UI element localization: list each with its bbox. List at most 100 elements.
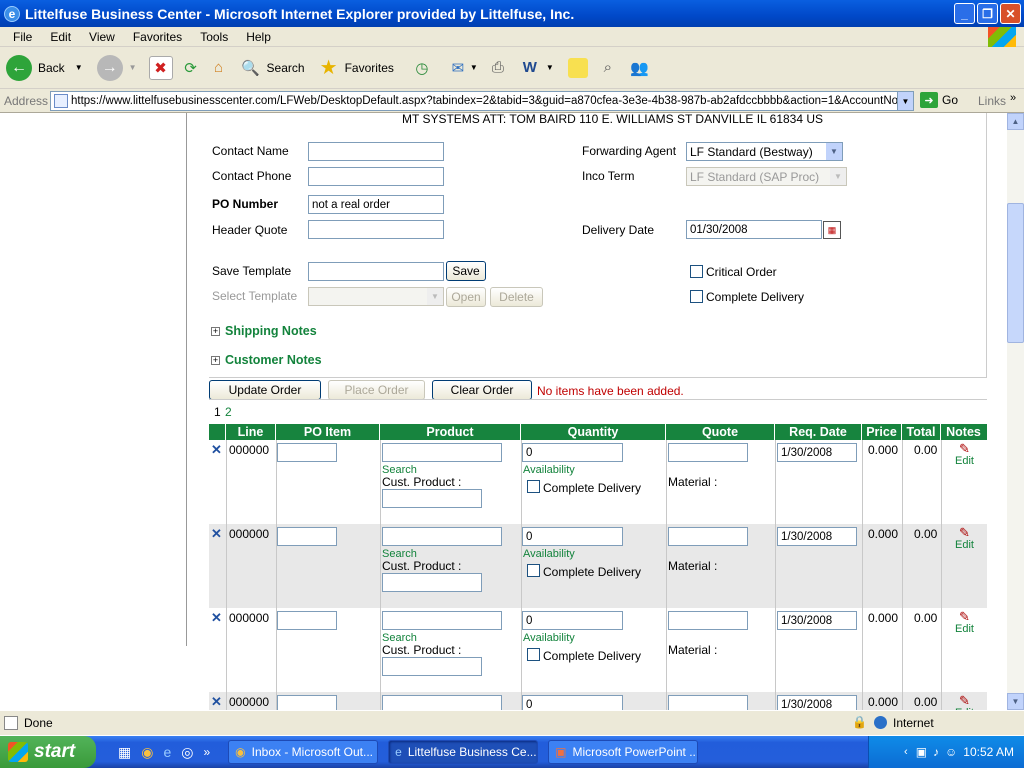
- task-ie[interactable]: e Littelfuse Business Ce...: [388, 740, 539, 764]
- menu-tools[interactable]: Tools: [191, 30, 237, 44]
- stop-icon[interactable]: ✖: [148, 55, 173, 80]
- delete-row-icon[interactable]: ✕: [211, 526, 222, 542]
- row-complete-delivery-checkbox[interactable]: [527, 648, 540, 661]
- delivery-date-input[interactable]: 01/30/2008: [686, 220, 822, 239]
- quick-launch-outlook-icon[interactable]: ◉: [141, 744, 153, 761]
- contact-phone-input[interactable]: [308, 167, 444, 186]
- start-button[interactable]: start: [0, 736, 96, 768]
- scroll-thumb[interactable]: [1007, 203, 1024, 343]
- clear-order-button[interactable]: Clear Order: [432, 380, 532, 400]
- print-icon[interactable]: ⎙: [486, 56, 510, 80]
- edit-link[interactable]: Edit: [955, 455, 974, 467]
- back-button[interactable]: ← Back ▼: [6, 54, 83, 81]
- history-icon[interactable]: ◷: [410, 56, 434, 80]
- shipping-notes-toggle[interactable]: + Shipping Notes: [211, 324, 317, 338]
- research-icon[interactable]: ⌕: [596, 56, 620, 80]
- po-item-input[interactable]: [277, 695, 337, 710]
- menu-help[interactable]: Help: [237, 30, 280, 44]
- menu-file[interactable]: File: [4, 30, 41, 44]
- tray-network-icon[interactable]: ▣: [916, 745, 927, 759]
- go-button[interactable]: ➜ Go: [920, 92, 958, 108]
- word-edit-icon[interactable]: W: [518, 56, 542, 80]
- vertical-scrollbar[interactable]: ▲ ▼: [1007, 113, 1024, 710]
- po-item-input[interactable]: [277, 527, 337, 546]
- notes-icon[interactable]: [567, 57, 588, 78]
- product-input[interactable]: [382, 443, 502, 462]
- req-date-input[interactable]: 1/30/2008: [777, 611, 857, 630]
- favorites-button[interactable]: ★ Favorites: [317, 56, 394, 80]
- delete-row-icon[interactable]: ✕: [211, 610, 222, 626]
- scroll-up-icon[interactable]: ▲: [1007, 113, 1024, 130]
- complete-delivery-checkbox[interactable]: [690, 290, 703, 303]
- close-button[interactable]: ✕: [1000, 3, 1021, 24]
- po-number-input[interactable]: not a real order: [308, 195, 444, 214]
- po-item-input[interactable]: [277, 611, 337, 630]
- edit-link[interactable]: Edit: [955, 539, 974, 551]
- tray-chevron-icon[interactable]: ‹: [904, 746, 908, 758]
- delete-row-icon[interactable]: ✕: [211, 442, 222, 458]
- header-quote-input[interactable]: [308, 220, 444, 239]
- req-date-input[interactable]: 1/30/2008: [777, 443, 857, 462]
- forwarding-agent-select[interactable]: LF Standard (Bestway) ▼: [686, 142, 843, 161]
- menu-favorites[interactable]: Favorites: [124, 30, 191, 44]
- availability-link[interactable]: Availability: [523, 464, 575, 476]
- menu-edit[interactable]: Edit: [41, 30, 80, 44]
- messenger-icon[interactable]: 👥: [628, 56, 652, 80]
- quote-input[interactable]: [668, 611, 748, 630]
- search-button[interactable]: 🔍 Search: [239, 56, 304, 80]
- product-input[interactable]: [382, 611, 502, 630]
- forward-button[interactable]: → ▼: [96, 54, 137, 81]
- clock[interactable]: 10:52 AM: [963, 745, 1014, 759]
- refresh-icon[interactable]: ⟳: [179, 56, 203, 80]
- edit-link[interactable]: Edit: [955, 623, 974, 635]
- links-label[interactable]: Links: [978, 94, 1006, 108]
- calendar-icon[interactable]: ▦: [823, 221, 841, 239]
- quantity-input[interactable]: 0: [522, 527, 623, 546]
- product-input[interactable]: [382, 527, 502, 546]
- row-complete-delivery-checkbox[interactable]: [527, 564, 540, 577]
- row-complete-delivery-checkbox[interactable]: [527, 480, 540, 493]
- minimize-button[interactable]: _: [954, 3, 975, 24]
- cust-product-input[interactable]: [382, 657, 482, 676]
- mail-icon[interactable]: ✉: [446, 56, 470, 80]
- update-order-button[interactable]: Update Order: [209, 380, 321, 400]
- quote-input[interactable]: [668, 443, 748, 462]
- delete-row-icon[interactable]: ✕: [211, 694, 222, 710]
- cust-product-input[interactable]: [382, 573, 482, 592]
- scroll-down-icon[interactable]: ▼: [1007, 693, 1024, 710]
- forward-dropdown-icon[interactable]: ▼: [129, 63, 137, 72]
- back-dropdown-icon[interactable]: ▼: [75, 63, 83, 72]
- quick-launch-ie-icon[interactable]: e: [163, 744, 171, 760]
- quantity-input[interactable]: 0: [522, 611, 623, 630]
- quick-launch-chevron-icon[interactable]: »: [203, 745, 210, 759]
- links-chevron-icon[interactable]: »: [1010, 92, 1016, 104]
- address-dropdown-icon[interactable]: ▼: [897, 92, 913, 110]
- req-date-input[interactable]: 1/30/2008: [777, 527, 857, 546]
- quote-input[interactable]: [668, 527, 748, 546]
- quantity-input[interactable]: 0: [522, 443, 623, 462]
- customer-notes-toggle[interactable]: + Customer Notes: [211, 353, 322, 367]
- task-outlook[interactable]: ◉ Inbox - Microsoft Out...: [228, 740, 379, 764]
- req-date-input[interactable]: 1/30/2008: [777, 695, 857, 710]
- quote-input[interactable]: [668, 695, 748, 710]
- product-input[interactable]: [382, 695, 502, 710]
- tray-volume-icon[interactable]: ♪: [933, 745, 939, 759]
- menu-view[interactable]: View: [80, 30, 124, 44]
- restore-button[interactable]: ❐: [977, 3, 998, 24]
- address-input[interactable]: https://www.littelfusebusinesscenter.com…: [50, 91, 914, 111]
- contact-name-input[interactable]: [308, 142, 444, 161]
- cust-product-input[interactable]: [382, 489, 482, 508]
- po-item-input[interactable]: [277, 443, 337, 462]
- availability-link[interactable]: Availability: [523, 632, 575, 644]
- quick-launch-desktop-icon[interactable]: ▦: [118, 744, 131, 761]
- critical-order-checkbox[interactable]: [690, 265, 703, 278]
- save-template-button[interactable]: Save: [446, 261, 486, 281]
- save-template-input[interactable]: [308, 262, 444, 281]
- edit-dropdown-icon[interactable]: ▼: [546, 63, 554, 72]
- availability-link[interactable]: Availability: [523, 548, 575, 560]
- pager-link-2[interactable]: 2: [225, 405, 232, 419]
- quick-launch-app-icon[interactable]: ◎: [181, 744, 193, 761]
- quantity-input[interactable]: 0: [522, 695, 623, 710]
- task-powerpoint[interactable]: ▣ Microsoft PowerPoint ...: [548, 740, 699, 764]
- mail-dropdown-icon[interactable]: ▼: [470, 63, 478, 72]
